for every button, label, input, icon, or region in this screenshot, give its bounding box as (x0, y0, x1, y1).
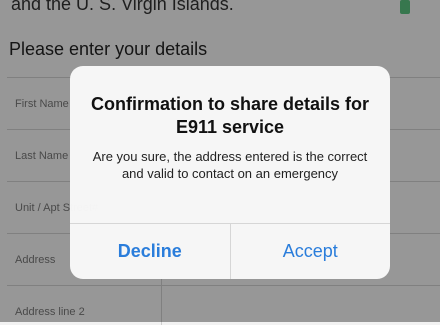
dialog-title: Confirmation to share details for E911 s… (90, 94, 370, 137)
dialog-message: Are you sure, the address entered is the… (92, 149, 368, 181)
accept-button[interactable]: Accept (231, 224, 391, 279)
decline-button[interactable]: Decline (70, 224, 231, 279)
dialog-actions: Decline Accept (70, 223, 390, 279)
e911-confirmation-dialog: Confirmation to share details for E911 s… (70, 66, 390, 279)
